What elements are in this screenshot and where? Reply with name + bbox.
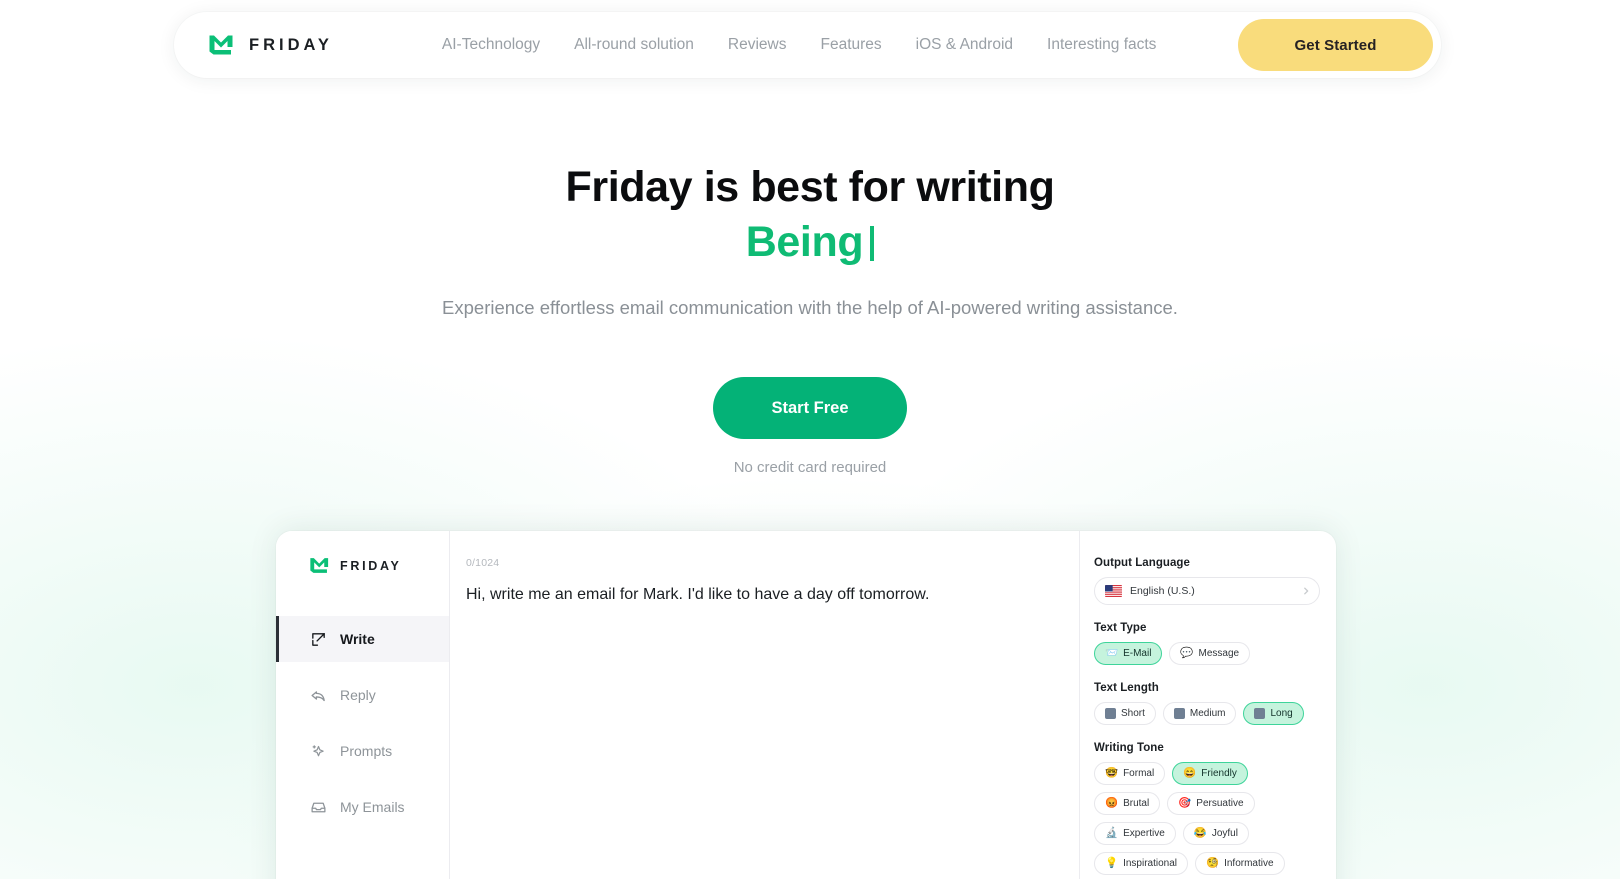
sidebar-item-reply[interactable]: Reply bbox=[276, 672, 449, 718]
hero-headline: Friday is best for writing bbox=[565, 163, 1055, 211]
friday-envelope-logo-icon bbox=[310, 558, 329, 573]
app-preview-card: FRIDAY Write Reply Prompts My Emails 0/1… bbox=[276, 531, 1336, 879]
persuative-emoji-icon: 🎯 bbox=[1178, 797, 1192, 810]
compose-pencil-icon bbox=[312, 632, 325, 646]
writing-tone-label: Writing Tone bbox=[1094, 742, 1164, 754]
writing-tone-chip-expertive[interactable]: 🔬 Expertive bbox=[1094, 822, 1176, 845]
chip-label: Informative bbox=[1224, 858, 1274, 869]
output-language-label: Output Language bbox=[1094, 557, 1190, 569]
app-brand-name: FRIDAY bbox=[340, 558, 402, 573]
writing-tone-chip-persuative[interactable]: 🎯 Persuative bbox=[1167, 792, 1255, 815]
chip-label: Long bbox=[1270, 708, 1293, 719]
writing-tone-chips: 🤓 Formal 😄 Friendly 😡 Brutal 🎯 Persuativ… bbox=[1094, 762, 1320, 875]
writing-tone-group: Writing Tone 🤓 Formal 😄 Friendly 😡 Bruta… bbox=[1094, 742, 1320, 875]
text-length-chip-short[interactable]: Short bbox=[1094, 702, 1156, 725]
chip-label: Message bbox=[1198, 648, 1240, 659]
app-brand-logo: FRIDAY bbox=[276, 557, 449, 574]
informative-emoji-icon: 🧐 bbox=[1206, 857, 1220, 870]
chevron-right-icon bbox=[1304, 587, 1309, 595]
brand-name: FRIDAY bbox=[249, 35, 333, 54]
typing-caret-icon bbox=[870, 226, 875, 262]
start-free-button[interactable]: Start Free bbox=[713, 377, 907, 440]
get-started-button[interactable]: Get Started bbox=[1238, 19, 1433, 71]
writing-tone-chip-brutal[interactable]: 😡 Brutal bbox=[1094, 792, 1161, 815]
nav-link-ios-android[interactable]: iOS & Android bbox=[899, 30, 1030, 60]
joyful-emoji-icon: 😂 bbox=[1193, 827, 1207, 840]
length-long-icon bbox=[1254, 708, 1266, 719]
text-length-chip-long[interactable]: Long bbox=[1243, 702, 1304, 725]
chip-label: Brutal bbox=[1123, 798, 1150, 809]
sidebar-item-write[interactable]: Write bbox=[276, 616, 449, 662]
text-type-group: Text Type 📨 E-Mail 💬 Message bbox=[1094, 622, 1320, 665]
sidebar-item-my-emails[interactable]: My Emails bbox=[276, 784, 449, 830]
hero-animated-word-wrap: Being bbox=[0, 215, 1620, 271]
inspirational-emoji-icon: 💡 bbox=[1105, 857, 1119, 870]
chip-label: Expertive bbox=[1123, 828, 1165, 839]
reply-arrow-icon bbox=[311, 690, 325, 701]
nav-link-reviews[interactable]: Reviews bbox=[711, 30, 804, 60]
hero-section: Friday is best for writing Being Experie… bbox=[0, 160, 1620, 476]
output-language-select[interactable]: English (U.S.) bbox=[1094, 577, 1320, 605]
output-language-group: Output Language English (U.S.) bbox=[1094, 557, 1320, 605]
prompt-input[interactable]: Hi, write me an email for Mark. I'd like… bbox=[466, 583, 1049, 607]
expertive-emoji-icon: 🔬 bbox=[1105, 827, 1119, 840]
brutal-emoji-icon: 😡 bbox=[1105, 797, 1119, 810]
length-medium-icon bbox=[1173, 708, 1185, 719]
output-language-value: English (U.S.) bbox=[1130, 585, 1195, 597]
text-type-chip-message[interactable]: 💬 Message bbox=[1169, 642, 1251, 665]
settings-panel: Output Language English (U.S.) Text Type… bbox=[1079, 531, 1336, 879]
page-root: FRIDAY AI-Technology All-round solution … bbox=[0, 0, 1620, 879]
chip-label: Formal bbox=[1123, 768, 1155, 779]
message-emoji-icon: 💬 bbox=[1180, 647, 1194, 660]
sparkles-icon bbox=[312, 744, 324, 756]
composer-area: 0/1024 Hi, write me an email for Mark. I… bbox=[450, 531, 1079, 879]
chip-label: Joyful bbox=[1211, 828, 1238, 839]
email-emoji-icon: 📨 bbox=[1105, 647, 1119, 660]
sidebar-item-label: Reply bbox=[340, 687, 376, 703]
brand-logo[interactable]: FRIDAY bbox=[208, 34, 333, 56]
nav-links: AI-Technology All-round solution Reviews… bbox=[425, 30, 1174, 60]
writing-tone-chip-joyful[interactable]: 😂 Joyful bbox=[1182, 822, 1249, 845]
text-type-label: Text Type bbox=[1094, 622, 1147, 634]
inbox-icon bbox=[311, 802, 326, 812]
top-navbar: FRIDAY AI-Technology All-round solution … bbox=[174, 12, 1441, 78]
text-length-chip-medium[interactable]: Medium bbox=[1162, 702, 1237, 725]
sidebar-item-label: My Emails bbox=[340, 799, 405, 815]
nav-link-interesting-facts[interactable]: Interesting facts bbox=[1030, 30, 1173, 60]
formal-emoji-icon: 🤓 bbox=[1105, 767, 1119, 780]
text-type-chip-email[interactable]: 📨 E-Mail bbox=[1094, 642, 1163, 665]
length-short-icon bbox=[1105, 708, 1116, 719]
text-type-chips: 📨 E-Mail 💬 Message bbox=[1094, 642, 1320, 665]
sidebar-item-label: Prompts bbox=[340, 743, 393, 759]
chip-label: Persuative bbox=[1196, 798, 1244, 809]
hero-animated-line: Being bbox=[0, 215, 1620, 271]
text-length-chips: Short Medium Long bbox=[1094, 702, 1320, 725]
chip-label: Medium bbox=[1189, 708, 1226, 719]
sidebar-item-label: Write bbox=[340, 631, 375, 647]
text-length-group: Text Length Short Medium Long bbox=[1094, 682, 1320, 725]
chip-label: Friendly bbox=[1201, 768, 1237, 779]
chip-label: Inspirational bbox=[1123, 858, 1177, 869]
nav-link-all-round-solution[interactable]: All-round solution bbox=[557, 30, 711, 60]
chip-label: E-Mail bbox=[1123, 648, 1152, 659]
text-length-label: Text Length bbox=[1094, 682, 1159, 694]
hero-animated-word: Being bbox=[745, 218, 864, 267]
hero-subtitle: Experience effortless email communicatio… bbox=[442, 296, 1178, 318]
chip-label: Short bbox=[1121, 708, 1145, 719]
friday-envelope-logo-icon bbox=[209, 35, 233, 55]
nav-link-features[interactable]: Features bbox=[803, 30, 898, 60]
app-sidebar: FRIDAY Write Reply Prompts My Emails bbox=[276, 531, 450, 879]
writing-tone-chip-informative[interactable]: 🧐 Informative bbox=[1195, 852, 1285, 875]
character-counter: 0/1024 bbox=[466, 557, 500, 569]
nav-link-ai-technology[interactable]: AI-Technology bbox=[425, 30, 557, 60]
writing-tone-chip-friendly[interactable]: 😄 Friendly bbox=[1172, 762, 1248, 785]
us-flag-icon bbox=[1105, 585, 1122, 597]
no-credit-card-note: No credit card required bbox=[733, 459, 887, 477]
friendly-emoji-icon: 😄 bbox=[1183, 767, 1197, 780]
sidebar-item-prompts[interactable]: Prompts bbox=[276, 728, 449, 774]
writing-tone-chip-inspirational[interactable]: 💡 Inspirational bbox=[1094, 852, 1188, 875]
writing-tone-chip-formal[interactable]: 🤓 Formal bbox=[1094, 762, 1166, 785]
